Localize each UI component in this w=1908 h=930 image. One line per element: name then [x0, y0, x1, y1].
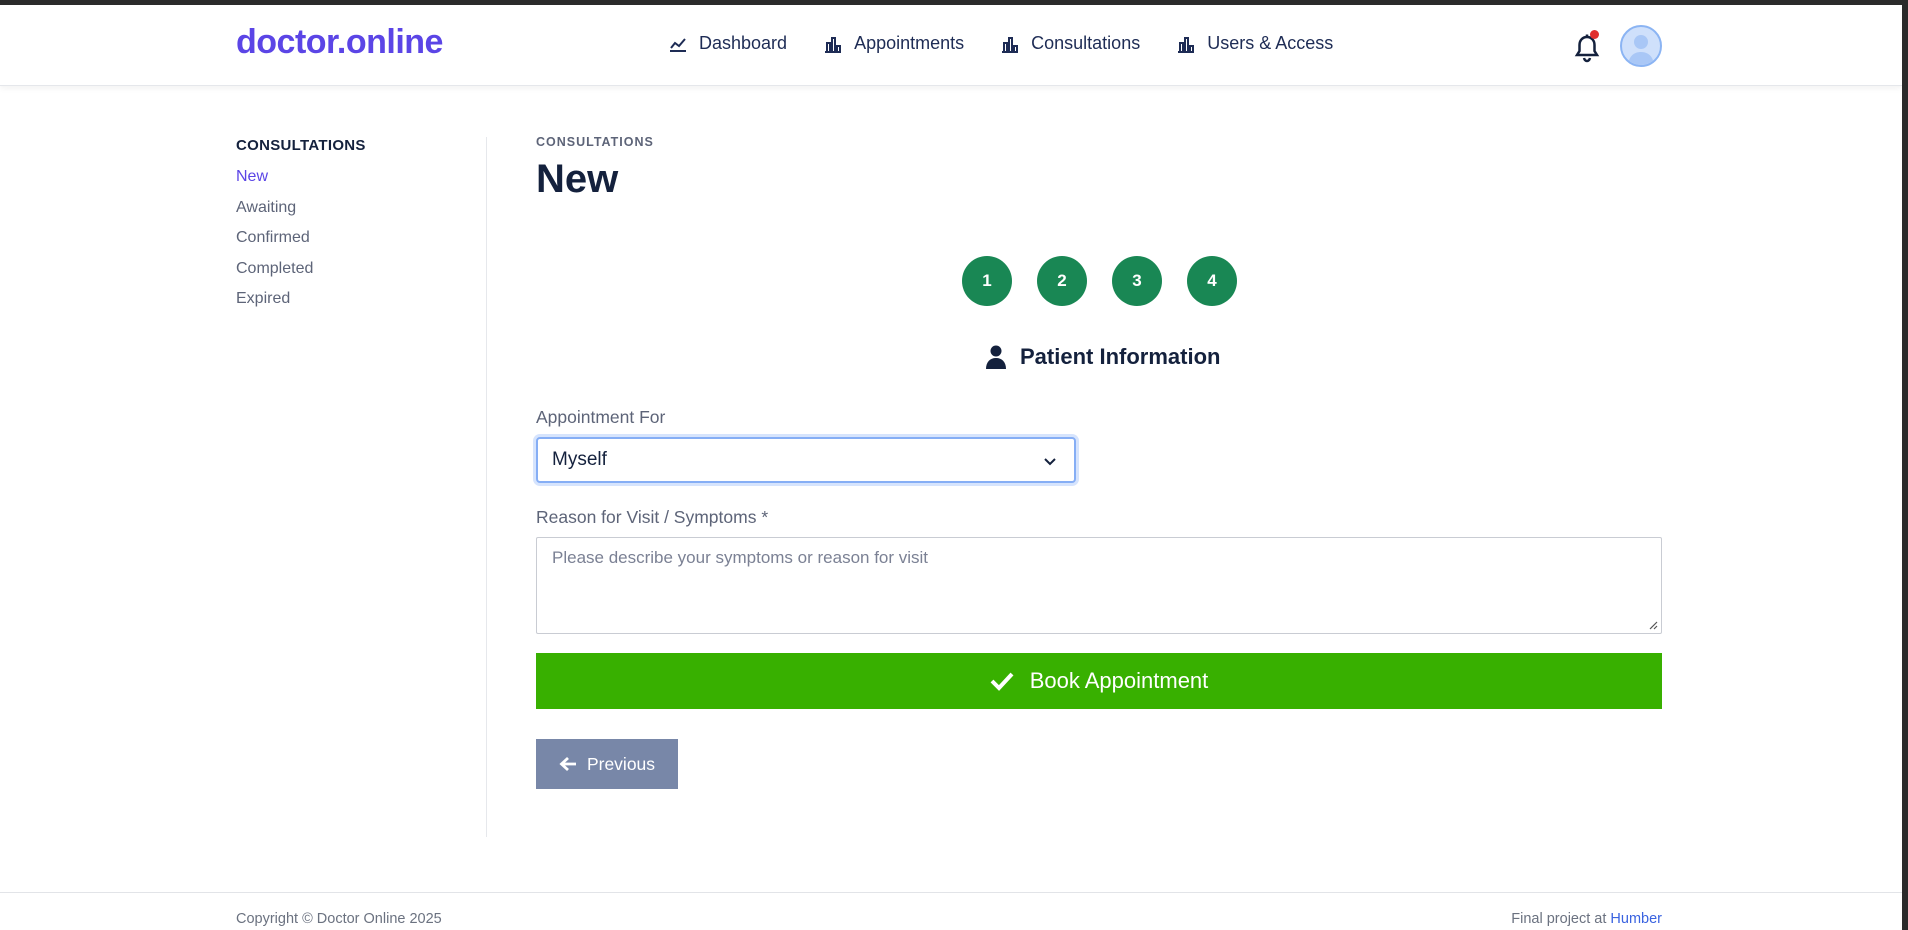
nav-appointments[interactable]: Appointments [823, 33, 964, 54]
brand-logo[interactable]: doctor.online [236, 23, 443, 62]
sidebar-item-new[interactable]: New [236, 166, 486, 197]
book-appointment-button[interactable]: Book Appointment [536, 653, 1662, 709]
notification-button[interactable] [1574, 30, 1600, 63]
appointment-for-label: Appointment For [536, 407, 666, 427]
nav-label: Appointments [854, 33, 965, 53]
step-1[interactable]: 1 [962, 256, 1012, 306]
bar-chart-icon [825, 36, 842, 53]
sidebar-divider [486, 137, 487, 837]
main-nav: Dashboard Appointments Consultations Use… [668, 33, 1333, 54]
reason-textarea[interactable]: Please describe your symptoms or reason … [536, 537, 1662, 634]
select-value: Myself [552, 449, 607, 470]
user-avatar-icon [1628, 35, 1654, 65]
sidebar: CONSULTATIONS New Awaiting Confirmed Com… [236, 137, 486, 319]
bar-chart-icon [1002, 36, 1019, 53]
top-navbar: doctor.online Dashboard Appointments Con… [0, 5, 1902, 86]
footer-credit-text: Final project at [1511, 911, 1607, 927]
nav-label: Users & Access [1207, 33, 1334, 53]
page-title: New [536, 157, 619, 201]
appointment-for-select[interactable]: Myself [536, 437, 1076, 483]
sidebar-item-confirmed[interactable]: Confirmed [236, 227, 486, 258]
sidebar-item-expired[interactable]: Expired [236, 288, 486, 319]
resize-handle-icon[interactable] [1648, 620, 1658, 630]
arrow-left-icon [559, 756, 576, 772]
section-heading: Patient Information [986, 344, 1220, 370]
reason-label: Reason for Visit / Symptoms * [536, 507, 769, 527]
main-content: CONSULTATIONS New 1 2 3 4 Patient Inform… [536, 135, 1662, 789]
sidebar-item-awaiting[interactable]: Awaiting [236, 197, 486, 228]
breadcrumb: CONSULTATIONS [536, 135, 654, 149]
user-icon [986, 345, 1006, 369]
humber-link[interactable]: Humber [1610, 911, 1662, 927]
chart-line-icon [670, 37, 686, 52]
previous-button-label: Previous [586, 753, 656, 774]
chevron-down-icon [1044, 458, 1056, 466]
book-button-label: Book Appointment [1029, 668, 1209, 693]
notification-dot [1590, 30, 1599, 39]
section-title: Patient Information [1020, 344, 1221, 369]
user-avatar[interactable] [1620, 25, 1662, 67]
nav-users-access[interactable]: Users & Access [1176, 33, 1333, 54]
footer-credit: Final project at Humber [1511, 911, 1662, 927]
previous-button[interactable]: Previous [536, 739, 678, 789]
check-icon [990, 672, 1014, 691]
sidebar-item-completed[interactable]: Completed [236, 258, 486, 289]
copyright-text: Copyright © Doctor Online 2025 [236, 911, 442, 927]
step-4[interactable]: 4 [1187, 256, 1237, 306]
nav-label: Consultations [1031, 33, 1141, 53]
page: doctor.online Dashboard Appointments Con… [0, 5, 1902, 930]
step-2[interactable]: 2 [1037, 256, 1087, 306]
step-3[interactable]: 3 [1112, 256, 1162, 306]
sidebar-title: CONSULTATIONS [236, 137, 366, 154]
footer: Copyright © Doctor Online 2025 Final pro… [0, 892, 1902, 930]
nav-label: Dashboard [699, 33, 788, 53]
reason-placeholder: Please describe your symptoms or reason … [552, 548, 929, 567]
nav-dashboard[interactable]: Dashboard [668, 33, 787, 54]
stepper: 1 2 3 4 [962, 256, 1237, 306]
nav-consultations[interactable]: Consultations [1000, 33, 1140, 54]
bar-chart-icon [1178, 36, 1195, 53]
